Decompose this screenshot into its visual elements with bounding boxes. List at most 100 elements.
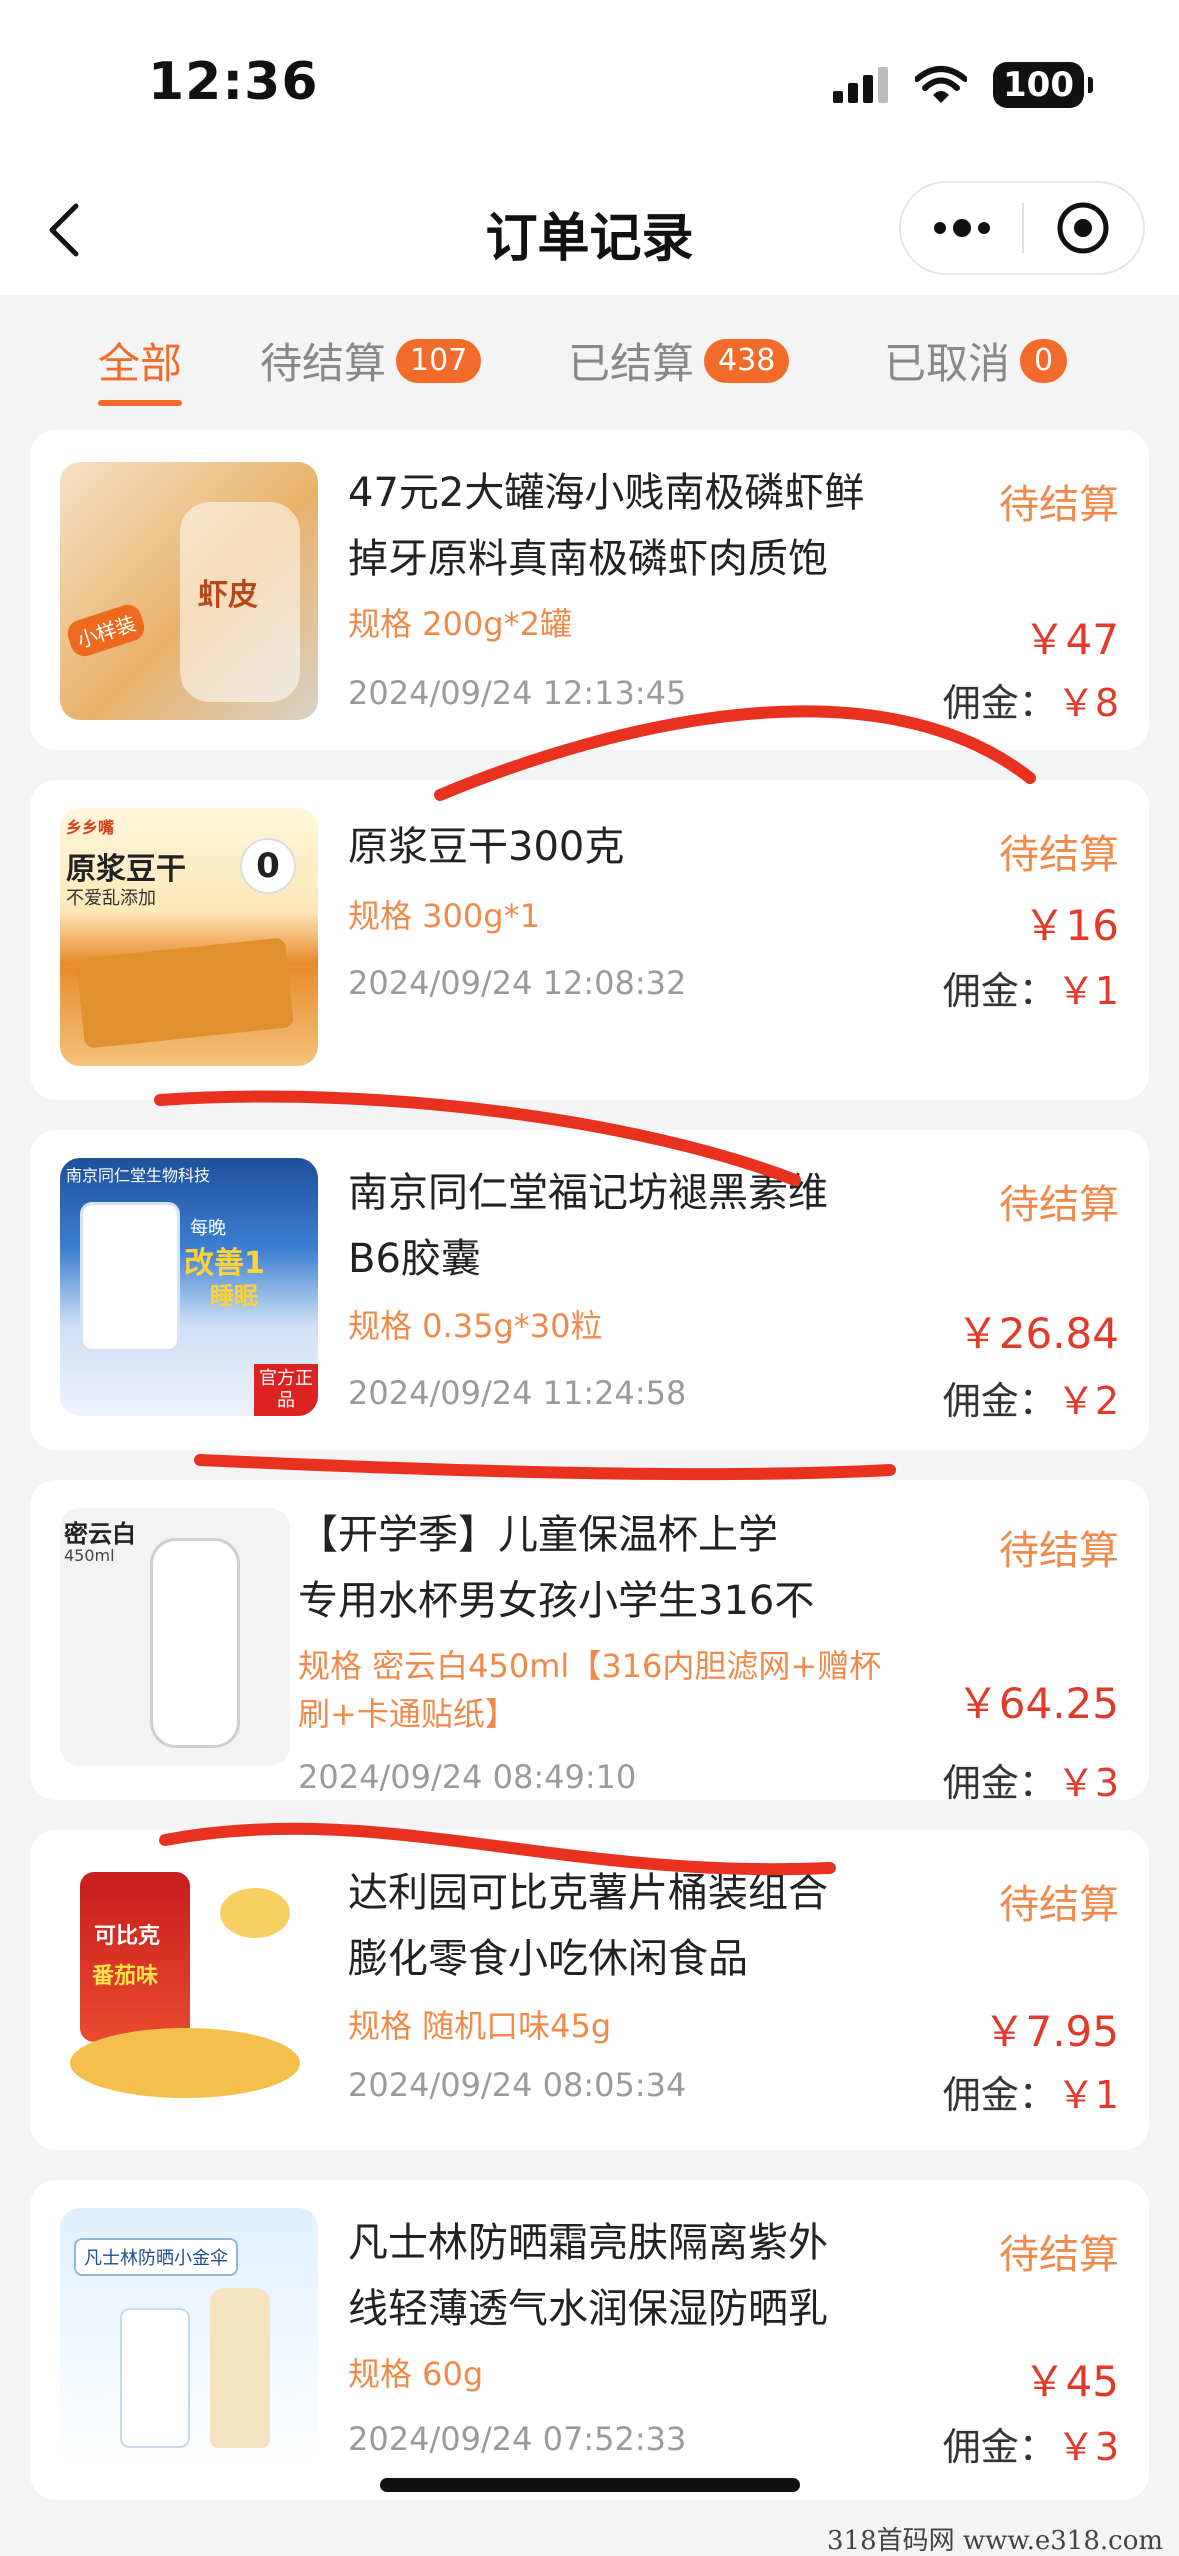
order-date: 2024/09/24 11:24:58	[348, 1374, 687, 1412]
order-card[interactable]: 虾皮 小样装 47元2大罐海小贱南极磷虾鲜 掉牙原料真南极磷虾肉质饱 规格 20…	[30, 430, 1149, 750]
order-date: 2024/09/24 12:13:45	[348, 674, 687, 712]
order-commission: 佣金：￥1	[943, 2064, 1119, 2119]
target-close-icon	[1057, 202, 1109, 254]
order-spec-line: 刷+卡通贴纸】	[298, 1695, 517, 1733]
order-title-line: 南京同仁堂福记坊褪黑素维	[348, 1170, 828, 1216]
commission-label: 佣金：	[942, 1379, 1057, 1423]
order-spec: 规格 0.35g*30粒	[348, 1307, 603, 1345]
tab-label: 已取消	[884, 339, 1011, 388]
order-title-line: 掉牙原料真南极磷虾肉质饱	[348, 536, 828, 582]
order-price: ￥45	[1023, 2357, 1119, 2406]
battery-indicator: 100	[993, 62, 1093, 108]
order-price: ￥26.84	[956, 1309, 1119, 1358]
product-thumbnail: 南京同仁堂生物科技 每晚 改善1 睡眠 官方正品	[60, 1158, 318, 1416]
order-commission: 佣金：￥3	[943, 2416, 1119, 2471]
bottle-shape	[80, 1202, 180, 1352]
more-button[interactable]	[901, 183, 1022, 273]
tube-shape	[210, 2288, 270, 2448]
tab-label: 已结算	[568, 339, 695, 388]
commission-value: ￥2	[1056, 1379, 1119, 1423]
top-bar: 12:36 100 订单记录	[0, 0, 1179, 295]
order-date: 2024/09/24 08:05:34	[348, 2066, 687, 2104]
order-title: 南京同仁堂福记坊褪黑素维 B6胶囊	[348, 1160, 828, 1292]
thumb-product-text: 原浆豆干	[66, 852, 186, 887]
product-thumbnail: 可比克 番茄味	[60, 1858, 318, 2116]
tab-pending[interactable]: 待结算 107	[260, 330, 482, 391]
order-price: ￥16	[1023, 901, 1119, 950]
order-commission: 佣金：￥3	[943, 1752, 1119, 1800]
order-status: 待结算	[999, 1882, 1119, 1928]
order-card[interactable]: 可比克 番茄味 达利园可比克薯片桶装组合 膨化零食小吃休闲食品 规格 随机口味4…	[30, 1830, 1149, 2150]
order-card[interactable]: 密云白 450ml 【开学季】儿童保温杯上学 专用水杯男女孩小学生316不 规格…	[30, 1480, 1149, 1800]
thumb-product-text: 凡士林防晒小金伞	[74, 2238, 238, 2276]
commission-value: ￥1	[1056, 969, 1119, 1013]
product-thumbnail: 虾皮 小样装	[60, 462, 318, 720]
active-tab-underline	[98, 400, 183, 406]
order-status: 待结算	[999, 482, 1119, 528]
product-thumbnail: 凡士林防晒小金伞	[60, 2208, 318, 2466]
cup-shape	[150, 1538, 240, 1748]
order-commission: 佣金：￥8	[943, 672, 1119, 727]
order-spec: 规格 300g*1	[348, 897, 540, 935]
order-date: 2024/09/24 08:49:10	[298, 1758, 637, 1796]
tab-label: 全部	[98, 339, 183, 388]
tab-label: 待结算	[260, 339, 387, 388]
order-card[interactable]: 凡士林防晒小金伞 凡士林防晒霜亮肤隔离紫外 线轻薄透气水润保湿防晒乳 规格 60…	[30, 2180, 1149, 2500]
commission-label: 佣金：	[942, 681, 1057, 725]
thumb-brand-text: 乡乡嘴	[66, 818, 115, 837]
order-title-line: 达利园可比克薯片桶装组合	[348, 1870, 828, 1916]
order-status-tabs: 全部 待结算 107 已结算 438 已取消 0	[0, 300, 1179, 420]
order-date: 2024/09/24 12:08:32	[348, 964, 687, 1002]
order-spec: 规格 密云白450ml【316内胆滤网+赠杯 刷+卡通贴纸】	[298, 1642, 881, 1738]
thumb-flavor-text: 番茄味	[92, 1964, 159, 1989]
order-title-line: 原浆豆干300克	[348, 824, 625, 870]
order-spec: 规格 随机口味45g	[348, 2007, 612, 2045]
more-dots-icon	[933, 219, 990, 237]
product-thumbnail: 乡乡嘴 原浆豆干 不爱乱添加 0	[60, 808, 318, 1066]
order-title-line: 线轻薄透气水润保湿防晒乳	[348, 2286, 828, 2332]
thumb-slogan-text: 不爱乱添加	[66, 888, 156, 909]
commission-label: 佣金：	[942, 969, 1057, 1013]
watermark: 318首码网 www.e318.com	[827, 2526, 1163, 2556]
order-card[interactable]: 乡乡嘴 原浆豆干 不爱乱添加 0 原浆豆干300克 规格 300g*1 2024…	[30, 780, 1149, 1100]
order-card[interactable]: 南京同仁堂生物科技 每晚 改善1 睡眠 官方正品 南京同仁堂福记坊褪黑素维 B6…	[30, 1130, 1149, 1450]
thumb-official-badge: 官方正品	[254, 1364, 318, 1416]
wifi-icon	[915, 66, 968, 103]
commission-value: ￥3	[1056, 1761, 1119, 1800]
order-status: 待结算	[999, 832, 1119, 878]
home-indicator[interactable]	[380, 2478, 800, 2492]
tab-settled[interactable]: 已结算 438	[568, 330, 790, 391]
thumb-slogan-text: 每晚	[190, 1218, 226, 1239]
box-shape	[120, 2308, 190, 2448]
order-commission: 佣金：￥1	[943, 960, 1119, 1015]
signal-icon	[833, 67, 889, 103]
tab-count-badge: 107	[396, 338, 482, 383]
chips-shape	[70, 2028, 300, 2098]
thumb-product-text: 密云白	[64, 1520, 136, 1548]
tab-cancelled[interactable]: 已取消 0	[884, 330, 1068, 391]
order-title: 原浆豆干300克	[348, 814, 624, 880]
order-title-line: 【开学季】儿童保温杯上学	[298, 1512, 778, 1558]
commission-label: 佣金：	[942, 2073, 1057, 2117]
order-title-line: 专用水杯男女孩小学生316不	[298, 1578, 815, 1624]
tab-count-badge: 438	[704, 338, 790, 383]
order-date: 2024/09/24 07:52:33	[348, 2420, 687, 2458]
order-title-line: B6胶囊	[348, 1236, 481, 1282]
status-icons: 100	[833, 62, 1093, 108]
order-spec: 规格 200g*2罐	[348, 605, 572, 643]
commission-value: ￥3	[1056, 2425, 1119, 2469]
thumb-brand-text: 南京同仁堂生物科技	[66, 1166, 211, 1185]
close-mini-program-button[interactable]	[1024, 183, 1143, 273]
order-title: 【开学季】儿童保温杯上学 专用水杯男女孩小学生316不	[298, 1502, 814, 1634]
order-price: ￥64.25	[956, 1679, 1119, 1728]
order-status: 待结算	[999, 1182, 1119, 1228]
order-title: 达利园可比克薯片桶装组合 膨化零食小吃休闲食品	[348, 1860, 828, 1992]
commission-label: 佣金：	[942, 2425, 1057, 2469]
tab-all[interactable]: 全部	[98, 330, 183, 406]
chip-shape	[220, 1888, 290, 1938]
commission-value: ￥8	[1056, 681, 1119, 725]
order-status: 待结算	[999, 1528, 1119, 1574]
order-title-line: 47元2大罐海小贱南极磷虾鲜	[348, 470, 865, 516]
order-spec: 规格 60g	[348, 2355, 484, 2393]
order-title-line: 凡士林防晒霜亮肤隔离紫外	[348, 2220, 828, 2266]
